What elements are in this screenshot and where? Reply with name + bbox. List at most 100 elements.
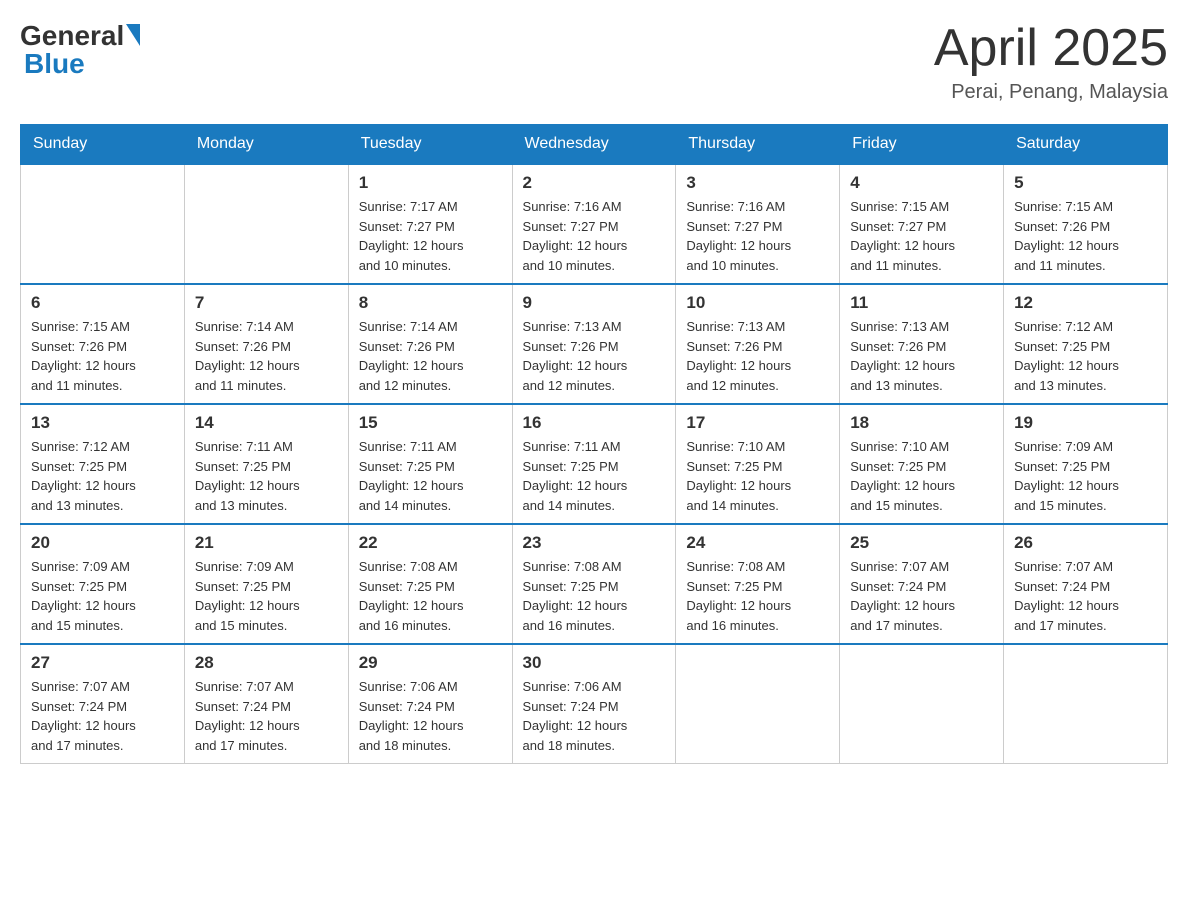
day-number: 4 — [850, 173, 993, 193]
calendar-cell: 24 Sunrise: 7:08 AM Sunset: 7:25 PM Dayli… — [676, 524, 840, 644]
day-number: 22 — [359, 533, 502, 553]
day-number: 28 — [195, 653, 338, 673]
day-number: 17 — [686, 413, 829, 433]
day-number: 21 — [195, 533, 338, 553]
calendar-cell: 28 Sunrise: 7:07 AM Sunset: 7:24 PM Dayli… — [184, 644, 348, 764]
week-row-4: 20Sunrise: 7:09 AM Sunset: 7:25 PM Dayli… — [21, 524, 1168, 644]
calendar-cell: 30 Sunrise: 7:06 AM Sunset: 7:24 PM Dayli… — [512, 644, 676, 764]
day-number: 2 — [523, 173, 666, 193]
day-info: Sunrise: 7:07 AM Sunset: 7:24 PM Dayligh… — [31, 677, 174, 755]
calendar-cell: 20Sunrise: 7:09 AM Sunset: 7:25 PM Dayli… — [21, 524, 185, 644]
day-number: 10 — [686, 293, 829, 313]
day-info: Sunrise: 7:07 AM Sunset: 7:24 PM Dayligh… — [195, 677, 338, 755]
calendar-header-sunday: Sunday — [21, 125, 185, 165]
calendar-cell: 8 Sunrise: 7:14 AM Sunset: 7:26 PM Daylig… — [348, 284, 512, 404]
calendar-header-row: SundayMondayTuesdayWednesdayThursdayFrid… — [21, 125, 1168, 165]
logo-blue-text: Blue — [24, 48, 85, 80]
calendar-cell — [840, 644, 1004, 764]
calendar-cell: 29Sunrise: 7:06 AM Sunset: 7:24 PM Dayli… — [348, 644, 512, 764]
calendar-table: SundayMondayTuesdayWednesdayThursdayFrid… — [20, 124, 1168, 764]
calendar-cell: 14 Sunrise: 7:11 AM Sunset: 7:25 PM Dayli… — [184, 404, 348, 524]
day-number: 6 — [31, 293, 174, 313]
calendar-cell: 11Sunrise: 7:13 AM Sunset: 7:26 PM Dayli… — [840, 284, 1004, 404]
calendar-header-friday: Friday — [840, 125, 1004, 165]
day-number: 8 — [359, 293, 502, 313]
calendar-cell: 2 Sunrise: 7:16 AM Sunset: 7:27 PM Daylig… — [512, 164, 676, 284]
day-info: Sunrise: 7:07 AM Sunset: 7:24 PM Dayligh… — [850, 557, 993, 635]
day-number: 20 — [31, 533, 174, 553]
week-row-5: 27Sunrise: 7:07 AM Sunset: 7:24 PM Dayli… — [21, 644, 1168, 764]
day-info: Sunrise: 7:06 AM Sunset: 7:24 PM Dayligh… — [359, 677, 502, 755]
calendar-cell: 15Sunrise: 7:11 AM Sunset: 7:25 PM Dayli… — [348, 404, 512, 524]
day-info: Sunrise: 7:17 AM Sunset: 7:27 PM Dayligh… — [359, 197, 502, 275]
day-info: Sunrise: 7:15 AM Sunset: 7:26 PM Dayligh… — [1014, 197, 1157, 275]
day-info: Sunrise: 7:15 AM Sunset: 7:27 PM Dayligh… — [850, 197, 993, 275]
day-number: 26 — [1014, 533, 1157, 553]
day-info: Sunrise: 7:14 AM Sunset: 7:26 PM Dayligh… — [195, 317, 338, 395]
day-number: 12 — [1014, 293, 1157, 313]
calendar-cell: 26Sunrise: 7:07 AM Sunset: 7:24 PM Dayli… — [1004, 524, 1168, 644]
calendar-cell: 18Sunrise: 7:10 AM Sunset: 7:25 PM Dayli… — [840, 404, 1004, 524]
calendar-cell: 3 Sunrise: 7:16 AM Sunset: 7:27 PM Daylig… — [676, 164, 840, 284]
calendar-cell: 7 Sunrise: 7:14 AM Sunset: 7:26 PM Daylig… — [184, 284, 348, 404]
day-number: 19 — [1014, 413, 1157, 433]
day-info: Sunrise: 7:12 AM Sunset: 7:25 PM Dayligh… — [1014, 317, 1157, 395]
calendar-header-monday: Monday — [184, 125, 348, 165]
week-row-1: 1 Sunrise: 7:17 AM Sunset: 7:27 PM Daylig… — [21, 164, 1168, 284]
calendar-cell — [1004, 644, 1168, 764]
calendar-header-saturday: Saturday — [1004, 125, 1168, 165]
calendar-cell: 12 Sunrise: 7:12 AM Sunset: 7:25 PM Dayli… — [1004, 284, 1168, 404]
day-info: Sunrise: 7:13 AM Sunset: 7:26 PM Dayligh… — [523, 317, 666, 395]
title-block: April 2025 Perai, Penang, Malaysia — [934, 20, 1168, 104]
month-title: April 2025 — [934, 20, 1168, 77]
day-info: Sunrise: 7:08 AM Sunset: 7:25 PM Dayligh… — [523, 557, 666, 635]
day-number: 16 — [523, 413, 666, 433]
calendar-cell: 27Sunrise: 7:07 AM Sunset: 7:24 PM Dayli… — [21, 644, 185, 764]
day-number: 7 — [195, 293, 338, 313]
calendar-cell: 23Sunrise: 7:08 AM Sunset: 7:25 PM Dayli… — [512, 524, 676, 644]
calendar-cell: 9 Sunrise: 7:13 AM Sunset: 7:26 PM Daylig… — [512, 284, 676, 404]
calendar-cell: 25 Sunrise: 7:07 AM Sunset: 7:24 PM Dayli… — [840, 524, 1004, 644]
calendar-cell: 4 Sunrise: 7:15 AM Sunset: 7:27 PM Daylig… — [840, 164, 1004, 284]
day-number: 25 — [850, 533, 993, 553]
calendar-cell: 1 Sunrise: 7:17 AM Sunset: 7:27 PM Daylig… — [348, 164, 512, 284]
calendar-cell: 17Sunrise: 7:10 AM Sunset: 7:25 PM Dayli… — [676, 404, 840, 524]
day-info: Sunrise: 7:14 AM Sunset: 7:26 PM Dayligh… — [359, 317, 502, 395]
day-number: 13 — [31, 413, 174, 433]
logo-triangle-icon — [126, 24, 140, 46]
day-number: 18 — [850, 413, 993, 433]
day-info: Sunrise: 7:06 AM Sunset: 7:24 PM Dayligh… — [523, 677, 666, 755]
day-number: 24 — [686, 533, 829, 553]
calendar-cell: 22 Sunrise: 7:08 AM Sunset: 7:25 PM Dayli… — [348, 524, 512, 644]
day-info: Sunrise: 7:16 AM Sunset: 7:27 PM Dayligh… — [523, 197, 666, 275]
day-number: 3 — [686, 173, 829, 193]
calendar-header-wednesday: Wednesday — [512, 125, 676, 165]
calendar-header-thursday: Thursday — [676, 125, 840, 165]
calendar-header-tuesday: Tuesday — [348, 125, 512, 165]
calendar-cell — [21, 164, 185, 284]
week-row-2: 6 Sunrise: 7:15 AM Sunset: 7:26 PM Daylig… — [21, 284, 1168, 404]
week-row-3: 13 Sunrise: 7:12 AM Sunset: 7:25 PM Dayli… — [21, 404, 1168, 524]
calendar-cell: 10 Sunrise: 7:13 AM Sunset: 7:26 PM Dayli… — [676, 284, 840, 404]
day-number: 5 — [1014, 173, 1157, 193]
calendar-cell: 19 Sunrise: 7:09 AM Sunset: 7:25 PM Dayli… — [1004, 404, 1168, 524]
page-header: General Blue April 2025 Perai, Penang, M… — [20, 20, 1168, 104]
day-number: 15 — [359, 413, 502, 433]
calendar-cell — [676, 644, 840, 764]
day-info: Sunrise: 7:11 AM Sunset: 7:25 PM Dayligh… — [195, 437, 338, 515]
day-info: Sunrise: 7:15 AM Sunset: 7:26 PM Dayligh… — [31, 317, 174, 395]
day-info: Sunrise: 7:13 AM Sunset: 7:26 PM Dayligh… — [686, 317, 829, 395]
day-number: 11 — [850, 293, 993, 313]
day-info: Sunrise: 7:08 AM Sunset: 7:25 PM Dayligh… — [686, 557, 829, 635]
day-number: 9 — [523, 293, 666, 313]
day-info: Sunrise: 7:08 AM Sunset: 7:25 PM Dayligh… — [359, 557, 502, 635]
day-info: Sunrise: 7:09 AM Sunset: 7:25 PM Dayligh… — [1014, 437, 1157, 515]
logo: General Blue — [20, 20, 140, 80]
day-number: 14 — [195, 413, 338, 433]
day-info: Sunrise: 7:12 AM Sunset: 7:25 PM Dayligh… — [31, 437, 174, 515]
day-number: 30 — [523, 653, 666, 673]
day-info: Sunrise: 7:16 AM Sunset: 7:27 PM Dayligh… — [686, 197, 829, 275]
calendar-cell: 13 Sunrise: 7:12 AM Sunset: 7:25 PM Dayli… — [21, 404, 185, 524]
calendar-cell: 21Sunrise: 7:09 AM Sunset: 7:25 PM Dayli… — [184, 524, 348, 644]
day-number: 1 — [359, 173, 502, 193]
